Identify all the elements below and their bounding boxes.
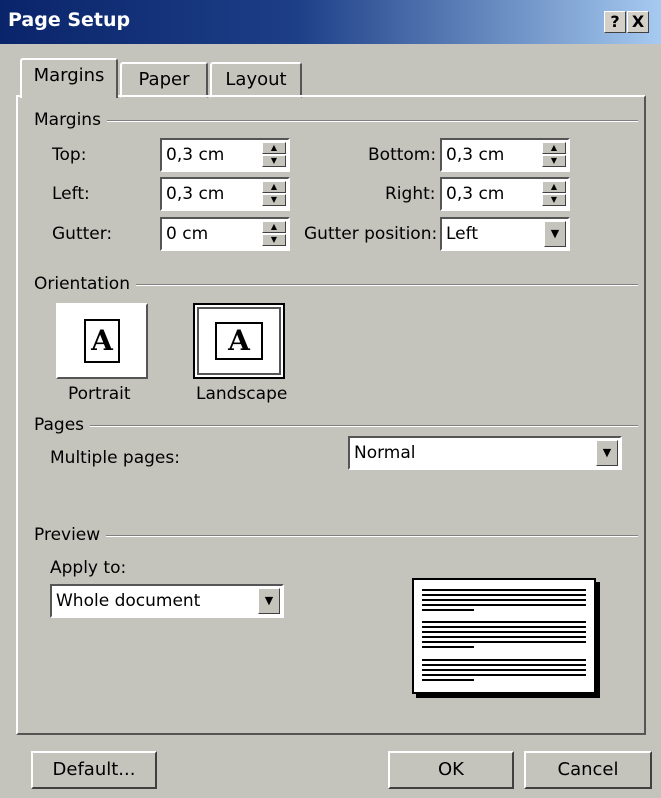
chevron-down-icon[interactable]: ▼ — [596, 440, 618, 466]
tab-margins[interactable]: Margins — [20, 58, 118, 98]
portrait-option[interactable]: A — [56, 303, 148, 379]
portrait-page-icon: A — [84, 319, 120, 363]
gutter-label: Gutter: — [52, 224, 113, 244]
chevron-down-icon[interactable]: ▼ — [258, 588, 280, 614]
top-spinner[interactable]: 0,3 cm ▲ ▼ — [160, 138, 290, 172]
multiple-pages-label: Multiple pages: — [50, 448, 180, 468]
spin-down-icon[interactable]: ▼ — [262, 155, 286, 167]
margins-group-title: Margins — [34, 110, 107, 130]
bottom-label: Bottom: — [368, 145, 437, 165]
landscape-page-icon: A — [215, 322, 263, 360]
spin-up-icon[interactable]: ▲ — [542, 181, 566, 193]
top-spin-buttons[interactable]: ▲ ▼ — [262, 142, 286, 168]
multiple-pages-select[interactable]: Normal ▼ — [348, 436, 622, 470]
apply-to-select[interactable]: Whole document ▼ — [50, 584, 284, 618]
spin-down-icon[interactable]: ▼ — [542, 155, 566, 167]
close-button[interactable]: X — [627, 11, 649, 33]
cancel-button[interactable]: Cancel — [524, 751, 652, 789]
preview-group-line — [34, 535, 638, 537]
left-value: 0,3 cm — [166, 184, 225, 204]
landscape-label[interactable]: Landscape — [196, 384, 287, 404]
pages-group-line — [34, 425, 638, 427]
page-preview — [412, 578, 596, 694]
spin-down-icon[interactable]: ▼ — [542, 194, 566, 206]
chevron-down-icon[interactable]: ▼ — [544, 221, 566, 247]
left-spinner[interactable]: 0,3 cm ▲ ▼ — [160, 177, 290, 211]
portrait-label[interactable]: Portrait — [68, 384, 131, 404]
gutter-spin-buttons[interactable]: ▲ ▼ — [262, 221, 286, 247]
left-spin-buttons[interactable]: ▲ ▼ — [262, 181, 286, 207]
spin-down-icon[interactable]: ▼ — [262, 194, 286, 206]
gutter-position-label: Gutter position: — [304, 224, 438, 244]
help-button[interactable]: ? — [604, 11, 626, 33]
bottom-spinner[interactable]: 0,3 cm ▲ ▼ — [440, 138, 570, 172]
orientation-group-title: Orientation — [34, 274, 136, 294]
gutter-value: 0 cm — [166, 224, 209, 244]
default-button[interactable]: Default... — [31, 751, 157, 789]
preview-lines-icon — [422, 589, 586, 681]
window-title: Page Setup — [8, 9, 131, 31]
spin-up-icon[interactable]: ▲ — [262, 142, 286, 154]
ok-button[interactable]: OK — [388, 751, 514, 789]
gutter-position-value: Left — [446, 224, 478, 244]
right-spinner[interactable]: 0,3 cm ▲ ▼ — [440, 177, 570, 211]
spin-up-icon[interactable]: ▲ — [542, 142, 566, 154]
spin-up-icon[interactable]: ▲ — [262, 181, 286, 193]
tab-layout[interactable]: Layout — [210, 62, 302, 98]
preview-group-title: Preview — [34, 525, 107, 545]
multiple-pages-value: Normal — [354, 443, 416, 463]
spin-down-icon[interactable]: ▼ — [262, 234, 286, 246]
right-spin-buttons[interactable]: ▲ ▼ — [542, 181, 566, 207]
landscape-option[interactable]: A — [193, 303, 285, 379]
top-label: Top: — [52, 145, 87, 165]
bottom-spin-buttons[interactable]: ▲ ▼ — [542, 142, 566, 168]
apply-to-label: Apply to: — [50, 558, 127, 578]
margins-group-line — [34, 120, 638, 122]
left-label: Left: — [52, 184, 90, 204]
bottom-value: 0,3 cm — [446, 145, 505, 165]
pages-group-title: Pages — [34, 415, 91, 435]
gutter-position-select[interactable]: Left ▼ — [440, 217, 570, 251]
title-bar: Page Setup ? X — [0, 0, 661, 44]
apply-to-value: Whole document — [56, 591, 201, 611]
top-value: 0,3 cm — [166, 145, 225, 165]
gutter-spinner[interactable]: 0 cm ▲ ▼ — [160, 217, 290, 251]
tab-paper[interactable]: Paper — [120, 62, 208, 98]
right-label: Right: — [385, 184, 436, 204]
spin-up-icon[interactable]: ▲ — [262, 221, 286, 233]
right-value: 0,3 cm — [446, 184, 505, 204]
